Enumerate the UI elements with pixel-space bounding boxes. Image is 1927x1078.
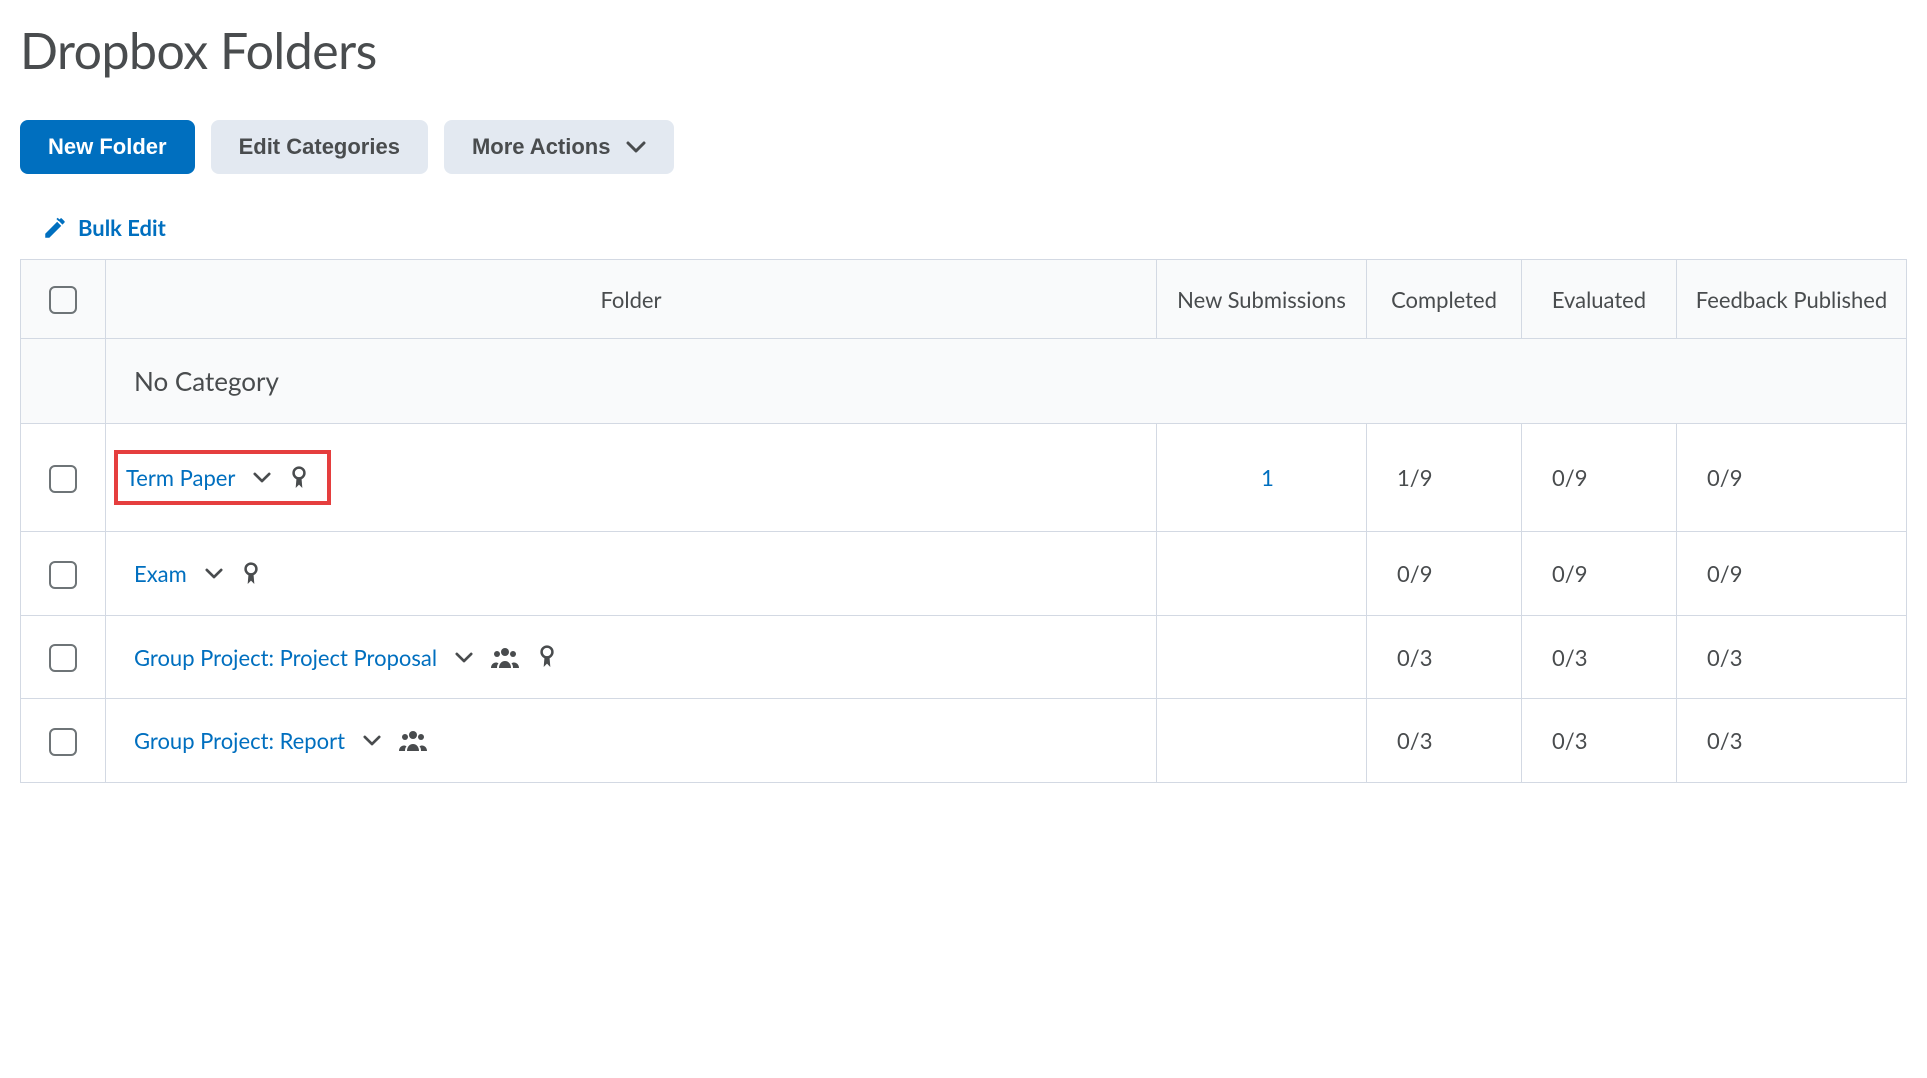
table-row: Group Project: Report 0/3 0/3 0/3 [21,699,1907,782]
row-checkbox[interactable] [49,728,77,756]
action-bar: New Folder Edit Categories More Actions [20,120,1907,174]
header-evaluated: Evaluated [1522,260,1677,339]
category-row: No Category [21,339,1907,424]
evaluated-cell: 0/3 [1522,699,1677,782]
folder-cell: Exam [106,532,1157,615]
group-icon [491,646,519,668]
header-completed: Completed [1367,260,1522,339]
more-actions-button[interactable]: More Actions [444,120,675,174]
folder-link[interactable]: Term Paper [126,464,235,491]
row-check-cell [21,699,106,782]
pencil-icon [42,215,68,241]
folder-cell: Group Project: Project Proposal [106,615,1157,698]
group-icon [399,729,427,751]
feedback-cell: 0/9 [1677,532,1907,615]
table-row: Exam 0/9 0/9 0/9 [21,532,1907,615]
row-checkbox[interactable] [49,644,77,672]
select-all-checkbox[interactable] [49,286,77,314]
row-check-cell [21,615,106,698]
category-name: No Category [106,339,1907,424]
edit-categories-label: Edit Categories [239,134,400,160]
new-submissions-cell: 1 [1157,424,1367,532]
header-feedback-published: Feedback Published [1677,260,1907,339]
feedback-cell: 0/9 [1677,424,1907,532]
row-checkbox[interactable] [49,561,77,589]
page-title: Dropbox Folders [20,20,1907,80]
edit-categories-button[interactable]: Edit Categories [211,120,428,174]
header-new-submissions: New Submissions [1157,260,1367,339]
folder-link[interactable]: Group Project: Report [134,727,345,754]
evaluated-cell: 0/9 [1522,424,1677,532]
header-folder: Folder [106,260,1157,339]
feedback-cell: 0/3 [1677,699,1907,782]
evaluated-cell: 0/9 [1522,532,1677,615]
folder-link[interactable]: Exam [134,560,187,587]
chevron-down-icon[interactable] [363,735,381,746]
header-checkbox-cell [21,260,106,339]
completed-cell: 0/9 [1367,532,1522,615]
row-check-cell [21,532,106,615]
category-check-cell [21,339,106,424]
table-row: Group Project: Project Proposal 0/3 0/3 … [21,615,1907,698]
bulk-edit-link[interactable]: Bulk Edit [78,214,166,241]
new-submissions-cell [1157,615,1367,698]
row-checkbox[interactable] [49,465,77,493]
folder-link[interactable]: Group Project: Project Proposal [134,644,437,671]
chevron-down-icon[interactable] [253,472,271,483]
folders-table: Folder New Submissions Completed Evaluat… [20,259,1907,783]
row-check-cell [21,424,106,532]
completed-cell: 0/3 [1367,615,1522,698]
new-submissions-link[interactable]: 1 [1261,464,1274,491]
chevron-down-icon [626,141,646,153]
award-icon [537,644,557,670]
evaluated-cell: 0/3 [1522,615,1677,698]
table-row: Term Paper 1 1/9 0/9 0/9 [21,424,1907,532]
chevron-down-icon[interactable] [205,568,223,579]
more-actions-label: More Actions [472,134,611,160]
feedback-cell: 0/3 [1677,615,1907,698]
chevron-down-icon[interactable] [455,652,473,663]
bulk-edit-row: Bulk Edit [42,214,1907,241]
new-submissions-cell [1157,532,1367,615]
new-submissions-cell [1157,699,1367,782]
table-header-row: Folder New Submissions Completed Evaluat… [21,260,1907,339]
award-icon [241,561,261,587]
new-folder-label: New Folder [48,134,167,160]
completed-cell: 0/3 [1367,699,1522,782]
folder-cell: Group Project: Report [106,699,1157,782]
award-icon [289,465,309,491]
completed-cell: 1/9 [1367,424,1522,532]
new-folder-button[interactable]: New Folder [20,120,195,174]
folder-cell: Term Paper [106,424,1157,532]
highlight-annotation: Term Paper [114,450,331,505]
